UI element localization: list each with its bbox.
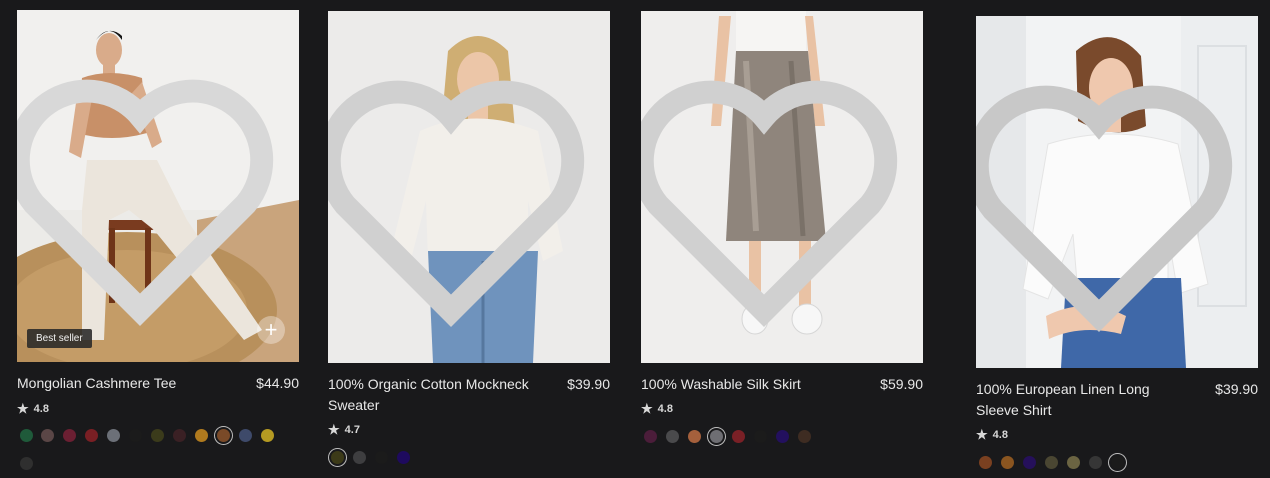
star-icon: ★: [976, 427, 988, 442]
product-price: $39.90: [567, 376, 610, 392]
color-swatch[interactable]: [798, 430, 811, 443]
color-swatch[interactable]: [979, 456, 992, 469]
heart-icon[interactable]: [17, 28, 281, 362]
color-swatch[interactable]: [85, 429, 98, 442]
color-swatch-selected[interactable]: [331, 451, 344, 464]
color-swatch-selected[interactable]: [710, 430, 723, 443]
quick-add-button[interactable]: +: [257, 316, 285, 344]
color-swatch[interactable]: [353, 451, 366, 464]
product-rating: ★ 4.8: [976, 427, 1008, 443]
product-image[interactable]: [328, 11, 610, 363]
color-swatch[interactable]: [644, 430, 657, 443]
product-image[interactable]: [641, 11, 923, 363]
heart-icon[interactable]: [328, 29, 592, 363]
rating-value: 4.8: [33, 403, 49, 415]
product-rating: ★ 4.7: [328, 422, 360, 438]
product-name[interactable]: Mongolian Cashmere Tee: [17, 373, 237, 394]
color-swatch[interactable]: [1001, 456, 1014, 469]
color-swatch[interactable]: [1045, 456, 1058, 469]
color-swatch[interactable]: [1023, 456, 1036, 469]
star-icon: ★: [328, 422, 340, 437]
rating-value: 4.8: [657, 403, 673, 415]
product-price: $59.90: [880, 376, 923, 392]
product-price: $44.90: [256, 375, 299, 391]
color-swatch-selected[interactable]: [217, 429, 230, 442]
color-swatch[interactable]: [173, 429, 186, 442]
color-swatch[interactable]: [261, 429, 274, 442]
color-swatch[interactable]: [776, 430, 789, 443]
product-name[interactable]: 100% European Linen Long Sleeve Shirt: [976, 379, 1176, 421]
color-swatch[interactable]: [195, 429, 208, 442]
heart-icon[interactable]: [976, 34, 1240, 368]
color-swatch[interactable]: [239, 429, 252, 442]
color-swatch[interactable]: [688, 430, 701, 443]
color-swatch[interactable]: [20, 429, 33, 442]
rating-value: 4.8: [992, 429, 1008, 441]
color-swatch[interactable]: [754, 430, 767, 443]
color-swatch[interactable]: [129, 429, 142, 442]
best-seller-badge: Best seller: [27, 329, 92, 348]
product-name[interactable]: 100% Organic Cotton Mockneck Sweater: [328, 374, 558, 416]
color-swatch[interactable]: [41, 429, 54, 442]
color-swatch[interactable]: [63, 429, 76, 442]
color-swatch[interactable]: [666, 430, 679, 443]
color-swatch[interactable]: [151, 429, 164, 442]
product-rating: ★ 4.8: [17, 401, 49, 417]
color-swatch[interactable]: [732, 430, 745, 443]
product-image[interactable]: Best seller +: [17, 10, 299, 362]
heart-icon[interactable]: [641, 29, 905, 363]
color-swatch[interactable]: [1067, 456, 1080, 469]
product-rating: ★ 4.8: [641, 401, 673, 417]
color-swatch[interactable]: [1089, 456, 1102, 469]
star-icon: ★: [641, 401, 653, 416]
product-image[interactable]: [976, 16, 1258, 368]
color-swatch[interactable]: [107, 429, 120, 442]
star-icon: ★: [17, 401, 29, 416]
color-swatch[interactable]: [375, 451, 388, 464]
product-name[interactable]: 100% Washable Silk Skirt: [641, 374, 861, 395]
product-price: $39.90: [1215, 381, 1258, 397]
color-swatch[interactable]: [20, 457, 33, 470]
rating-value: 4.7: [344, 424, 360, 436]
color-swatch[interactable]: [397, 451, 410, 464]
color-swatch-selected[interactable]: [1111, 456, 1124, 469]
